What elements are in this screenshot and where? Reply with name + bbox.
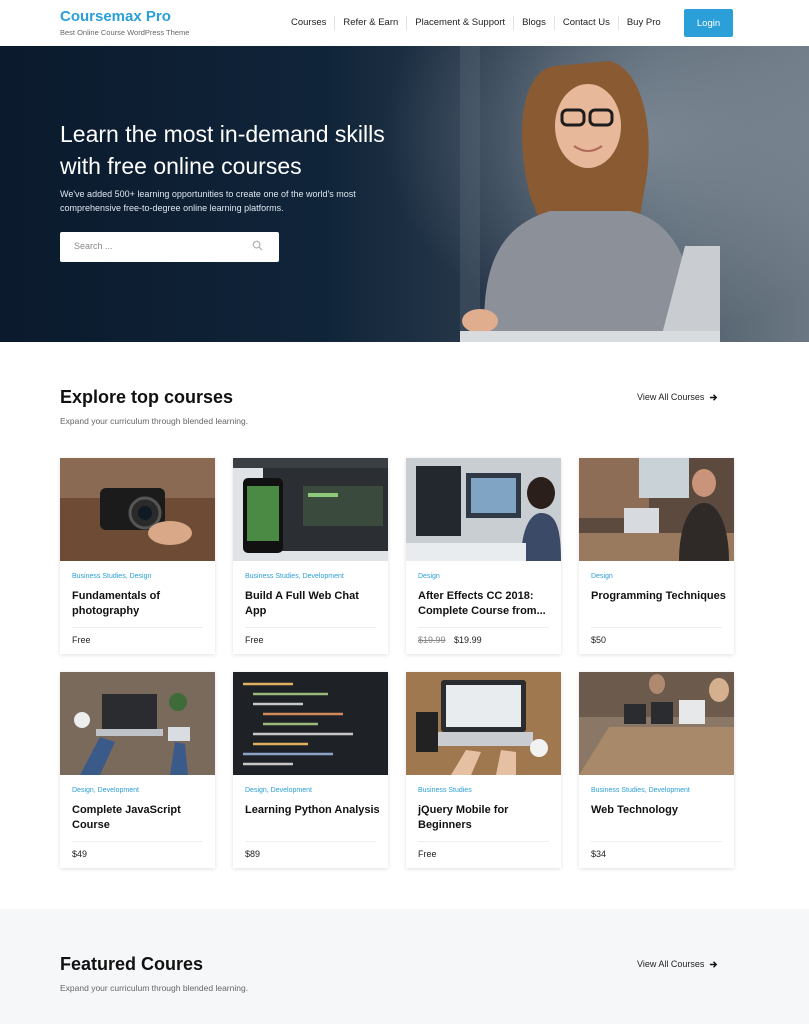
course-price: $34: [591, 849, 607, 859]
course-categories[interactable]: Business Studies, Development: [245, 573, 344, 580]
course-categories[interactable]: Business Studies: [418, 787, 472, 794]
card-divider: [72, 627, 203, 628]
card-divider: [591, 841, 722, 842]
view-all-label[interactable]: View All Courses: [637, 959, 704, 969]
hero-title: Learn the most in-demand skills with fre…: [60, 121, 385, 179]
course-card[interactable]: Business Studies, Development Build A Fu…: [233, 458, 388, 654]
arrow-right-icon: [710, 393, 718, 401]
card-divider: [245, 841, 376, 842]
course-price: Free: [245, 635, 264, 645]
view-all-label[interactable]: View All Courses: [637, 392, 704, 402]
course-categories[interactable]: Business Studies, Design: [72, 573, 151, 580]
brand[interactable]: Coursemax Pro Best Online Course WordPre…: [60, 8, 189, 37]
course-title[interactable]: jQuery Mobile for Beginners: [418, 803, 553, 833]
card-divider: [72, 841, 203, 842]
featured-view-all-link[interactable]: View All Courses: [637, 959, 718, 969]
course-title[interactable]: Fundamentals of photography: [72, 589, 207, 619]
course-categories[interactable]: Design, Development: [72, 787, 139, 794]
course-card[interactable]: Design, Development Complete JavaScript …: [60, 672, 215, 868]
featured-title: Featured Coures: [60, 954, 204, 974]
login-button[interactable]: Login: [684, 9, 733, 37]
hero-subtitle: We've added 500+ learning opportunities …: [60, 189, 356, 213]
course-categories[interactable]: Business Studies, Development: [591, 787, 690, 794]
search-box[interactable]: Search ...: [60, 232, 279, 262]
arrow-right-icon: [710, 960, 718, 968]
site-header: Coursemax Pro Best Online Course WordPre…: [0, 0, 809, 46]
course-thumbnail[interactable]: [579, 672, 734, 775]
course-price: Free: [72, 635, 91, 645]
hero-banner: Learn the most in-demand skills with fre…: [0, 46, 809, 342]
course-thumbnail[interactable]: [579, 458, 734, 561]
course-title[interactable]: Programming Techniques: [591, 589, 726, 604]
course-thumbnail[interactable]: [406, 672, 561, 775]
course-card[interactable]: Design Programming Techniques $50: [579, 458, 734, 654]
course-price-wrap: $19.99 $19.99: [418, 635, 482, 645]
course-thumbnail[interactable]: [60, 672, 215, 775]
card-divider: [591, 627, 722, 628]
explore-title: Explore top courses: [60, 387, 234, 407]
course-thumbnail[interactable]: [233, 672, 388, 775]
explore-view-all-link[interactable]: View All Courses: [637, 392, 718, 402]
course-title[interactable]: Learning Python Analysis: [245, 803, 380, 818]
course-categories[interactable]: Design: [418, 573, 440, 580]
brand-tagline: Best Online Course WordPress Theme: [60, 28, 190, 37]
course-card[interactable]: Business Studies jQuery Mobile for Begin…: [406, 672, 561, 868]
course-thumbnail[interactable]: [406, 458, 561, 561]
course-price: $89: [245, 849, 261, 859]
course-price: $50: [591, 635, 607, 645]
course-price: $49: [72, 849, 88, 859]
search-input[interactable]: Search ...: [74, 241, 113, 251]
main-nav: Courses Refer & Earn Placement & Support…: [283, 16, 669, 30]
course-categories[interactable]: Design, Development: [245, 787, 312, 794]
nav-refer-earn[interactable]: Refer & Earn: [335, 16, 408, 30]
card-divider: [418, 841, 549, 842]
nav-courses[interactable]: Courses: [283, 16, 336, 30]
course-categories[interactable]: Design: [591, 573, 613, 580]
hero-photo-student: [460, 46, 720, 342]
brand-name[interactable]: Coursemax Pro: [60, 8, 189, 25]
course-title[interactable]: Web Technology: [591, 803, 726, 818]
explore-subtitle: Expand your curriculum through blended l…: [60, 416, 249, 426]
course-old-price: $19.99: [418, 635, 446, 645]
course-card[interactable]: Design After Effects CC 2018: Complete C…: [406, 458, 561, 654]
nav-placement-support[interactable]: Placement & Support: [407, 16, 515, 30]
featured-subtitle: Expand your curriculum through blended l…: [60, 983, 249, 993]
search-icon[interactable]: [252, 240, 263, 251]
course-price: Free: [418, 849, 437, 859]
card-divider: [418, 627, 549, 628]
course-title[interactable]: Build A Full Web Chat App: [245, 589, 380, 619]
course-thumbnail[interactable]: [60, 458, 215, 561]
course-card[interactable]: Design, Development Learning Python Anal…: [233, 672, 388, 868]
course-title[interactable]: Complete JavaScript Course: [72, 803, 207, 833]
course-thumbnail[interactable]: [233, 458, 388, 561]
course-title[interactable]: After Effects CC 2018: Complete Course f…: [418, 589, 553, 619]
nav-buy-pro[interactable]: Buy Pro: [619, 16, 669, 30]
nav-contact-us[interactable]: Contact Us: [555, 16, 619, 30]
course-card[interactable]: Business Studies, Development Web Techno…: [579, 672, 734, 868]
course-card[interactable]: Business Studies, Design Fundamentals of…: [60, 458, 215, 654]
course-price: $19.99: [454, 635, 482, 645]
nav-blogs[interactable]: Blogs: [514, 16, 555, 30]
card-divider: [245, 627, 376, 628]
